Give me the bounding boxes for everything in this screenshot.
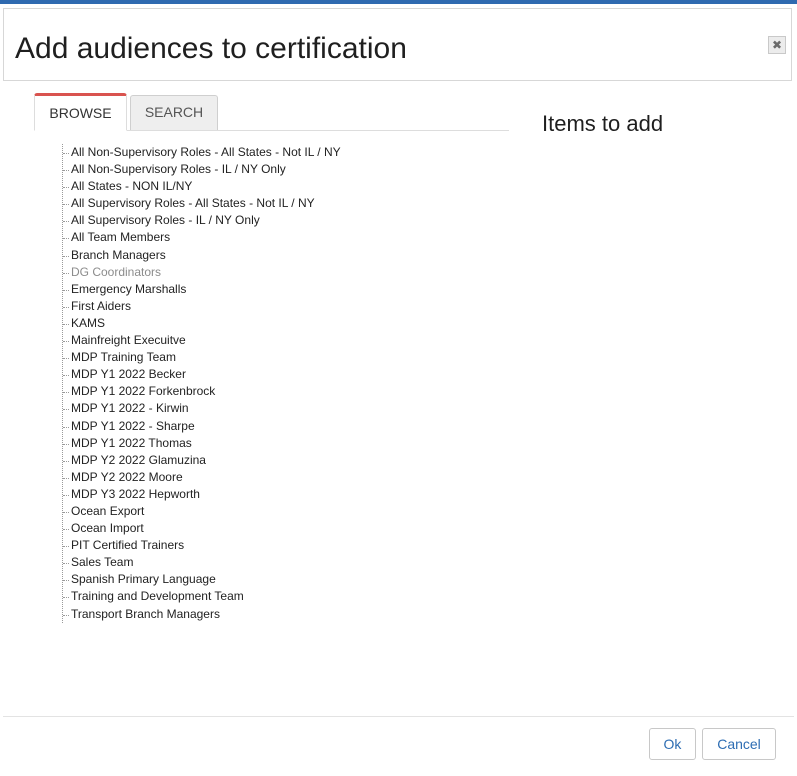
tree-item[interactable]: MDP Y2 2022 Moore: [63, 469, 503, 486]
tree-item[interactable]: MDP Y3 2022 Hepworth: [63, 486, 503, 503]
tab-search[interactable]: SEARCH: [130, 95, 218, 130]
tree-item[interactable]: PIT Certified Trainers: [63, 537, 503, 554]
cancel-button[interactable]: Cancel: [702, 728, 776, 760]
tree-item[interactable]: MDP Y1 2022 - Sharpe: [63, 418, 503, 435]
tree-item[interactable]: Ocean Export: [63, 503, 503, 520]
tree-item[interactable]: MDP Y1 2022 - Kirwin: [63, 400, 503, 417]
footer-divider: [3, 716, 794, 717]
tree-item[interactable]: All Non-Supervisory Roles - IL / NY Only: [63, 161, 503, 178]
tab-bar: BROWSE SEARCH: [34, 93, 509, 131]
tree-item[interactable]: Ocean Import: [63, 520, 503, 537]
tree-item[interactable]: MDP Training Team: [63, 349, 503, 366]
tree-item[interactable]: DG Coordinators: [63, 264, 503, 281]
tree-item[interactable]: MDP Y2 2022 Glamuzina: [63, 452, 503, 469]
tree-item[interactable]: MDP Y1 2022 Forkenbrock: [63, 383, 503, 400]
add-audiences-dialog: Add audiences to certification ✖ BROWSE …: [0, 4, 797, 776]
tree-item[interactable]: Sales Team: [63, 554, 503, 571]
tree-item[interactable]: Spanish Primary Language: [63, 571, 503, 588]
tree-item[interactable]: Transport Branch Managers: [63, 606, 503, 623]
tab-browse[interactable]: BROWSE: [34, 93, 127, 131]
tree-item[interactable]: Training and Development Team: [63, 588, 503, 605]
tree-item[interactable]: Emergency Marshalls: [63, 281, 503, 298]
audience-tree: All Non-Supervisory Roles - All States -…: [62, 144, 503, 623]
tree-item[interactable]: All States - NON IL/NY: [63, 178, 503, 195]
tree-item[interactable]: Mainfreight Execuitve: [63, 332, 503, 349]
tree-item[interactable]: All Supervisory Roles - All States - Not…: [63, 195, 503, 212]
tree-item[interactable]: All Non-Supervisory Roles - All States -…: [63, 144, 503, 161]
tree-item[interactable]: KAMS: [63, 315, 503, 332]
ok-button[interactable]: Ok: [649, 728, 696, 760]
tree-item[interactable]: MDP Y1 2022 Thomas: [63, 435, 503, 452]
tree-item[interactable]: First Aiders: [63, 298, 503, 315]
items-to-add-heading: Items to add: [542, 111, 664, 136]
tree-item[interactable]: Branch Managers: [63, 247, 503, 264]
tree-item[interactable]: MDP Y1 2022 Becker: [63, 366, 503, 383]
tree-item[interactable]: All Team Members: [63, 229, 503, 246]
dialog-title: Add audiences to certification: [15, 32, 407, 65]
tree-item[interactable]: All Supervisory Roles - IL / NY Only: [63, 212, 503, 229]
close-icon[interactable]: ✖: [768, 36, 786, 54]
